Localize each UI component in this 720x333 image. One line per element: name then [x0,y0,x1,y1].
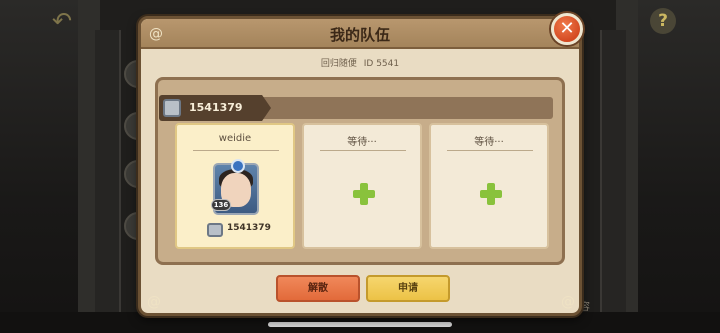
team-subtitle: 回归随便 ID 5541 [141,56,579,69]
level-badge: 136 [211,199,231,211]
slot-divider [193,150,279,151]
plus-icon[interactable] [480,183,502,205]
slot-divider [447,150,533,151]
decorative-swirl-icon: @ [147,294,161,310]
team-id-tag: 1541379 [159,95,271,121]
slot-waiting-label: 等待··· [347,137,377,148]
home-indicator[interactable] [268,322,452,327]
member-id: 1541379 [227,223,271,233]
treasure-chest-icon [163,99,181,117]
close-button[interactable]: ✕ [551,13,583,45]
dialog-title: 我的队伍 [329,26,390,44]
slot-divider [320,150,406,151]
treasure-chest-icon [207,223,223,237]
team-mode-label: 回归随便 [320,59,357,69]
background-pillar-right [600,30,626,333]
plus-icon[interactable] [353,183,375,205]
background-pillar-left [95,30,121,333]
rank-badge-icon [231,159,245,173]
slot-waiting-label: 等待··· [474,137,504,148]
close-icon: ✕ [559,18,575,39]
back-arrow-icon[interactable]: ↶ [48,8,76,34]
disband-button[interactable]: 解散 [276,275,360,302]
decorative-swirl-icon: @ [561,294,575,310]
my-team-dialog: @ 我的队伍 ✕ 回归随便 ID 5541 1541379 weidie 136… [138,13,583,316]
member-slot-2[interactable]: 等待··· [302,123,422,249]
team-id: 1541379 [189,101,243,114]
dialog-title-bar: @ 我的队伍 [141,19,579,49]
apply-button[interactable]: 申请 [366,275,450,302]
team-room-id: ID 5541 [363,59,400,69]
help-icon[interactable]: ? [650,8,676,34]
member-slot-1[interactable]: weidie 136 1541379 [175,123,295,249]
member-slot-3[interactable]: 等待··· [429,123,549,249]
member-name: weidie [218,133,252,144]
